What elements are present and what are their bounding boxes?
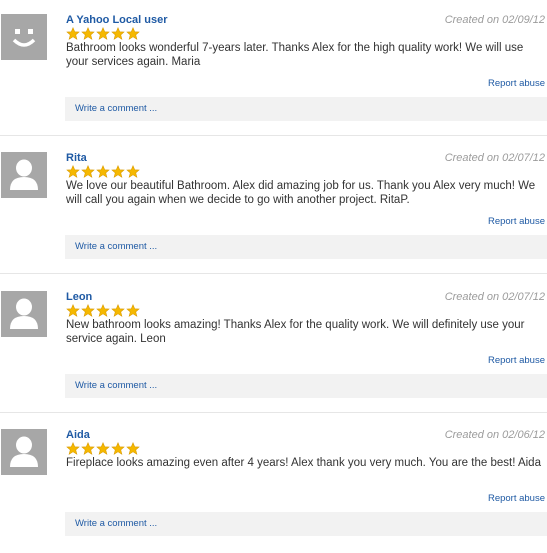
star-icon	[126, 27, 140, 40]
star-icon	[81, 442, 95, 455]
star-icon	[81, 304, 95, 317]
review-item: Aida Created on 02/06/12 Fireplace looks…	[0, 429, 547, 553]
star-icon	[96, 304, 110, 317]
write-comment-bar[interactable]: Write a comment ...	[65, 97, 547, 121]
review-text: We love our beautiful Bathroom. Alex did…	[66, 180, 536, 206]
review-date: Created on 02/07/12	[444, 291, 545, 303]
write-comment-link[interactable]: Write a comment ...	[75, 518, 157, 530]
star-icon	[66, 27, 80, 40]
star-icon	[111, 165, 125, 178]
review-date: Created on 02/06/12	[444, 429, 545, 441]
review-text: Fireplace looks amazing even after 4 yea…	[66, 457, 541, 469]
star-icon	[126, 442, 140, 455]
star-icon	[126, 304, 140, 317]
review-item: A Yahoo Local user Created on 02/09/12 B…	[0, 14, 547, 138]
person-avatar-icon	[1, 291, 47, 337]
write-comment-bar[interactable]: Write a comment ...	[65, 374, 547, 398]
report-abuse-link[interactable]: Report abuse	[488, 216, 545, 228]
reviewer-name[interactable]: Leon	[66, 291, 92, 304]
review-date: Created on 02/07/12	[444, 152, 545, 164]
person-avatar-icon	[1, 429, 47, 475]
star-icon	[81, 27, 95, 40]
report-abuse-link[interactable]: Report abuse	[488, 493, 545, 505]
star-icon	[96, 442, 110, 455]
smiley-avatar-icon	[1, 14, 47, 60]
divider	[0, 135, 547, 136]
star-rating	[66, 304, 140, 317]
write-comment-link[interactable]: Write a comment ...	[75, 241, 157, 253]
star-icon	[66, 442, 80, 455]
star-rating	[66, 165, 140, 178]
star-rating	[66, 442, 140, 455]
star-icon	[81, 165, 95, 178]
star-icon	[111, 304, 125, 317]
reviewer-name[interactable]: A Yahoo Local user	[66, 14, 167, 27]
reviewer-name[interactable]: Aida	[66, 429, 90, 442]
person-avatar-icon	[1, 152, 47, 198]
star-icon	[66, 304, 80, 317]
star-icon	[66, 165, 80, 178]
divider	[0, 273, 547, 274]
report-abuse-link[interactable]: Report abuse	[488, 355, 545, 367]
star-icon	[96, 27, 110, 40]
write-comment-link[interactable]: Write a comment ...	[75, 380, 157, 392]
report-abuse-link[interactable]: Report abuse	[488, 78, 545, 90]
divider	[0, 412, 547, 413]
review-date: Created on 02/09/12	[444, 14, 545, 26]
star-icon	[96, 165, 110, 178]
reviewer-name[interactable]: Rita	[66, 152, 87, 165]
star-icon	[111, 27, 125, 40]
review-text: Bathroom looks wonderful 7-years later. …	[66, 42, 524, 68]
star-icon	[126, 165, 140, 178]
star-icon	[111, 442, 125, 455]
review-text: New bathroom looks amazing! Thanks Alex …	[66, 319, 525, 345]
write-comment-bar[interactable]: Write a comment ...	[65, 235, 547, 259]
write-comment-bar[interactable]: Write a comment ...	[65, 512, 547, 536]
write-comment-link[interactable]: Write a comment ...	[75, 103, 157, 115]
star-rating	[66, 27, 140, 40]
review-item: Leon Created on 02/07/12 New bathroom lo…	[0, 291, 547, 415]
review-item: Rita Created on 02/07/12 We love our bea…	[0, 152, 547, 276]
